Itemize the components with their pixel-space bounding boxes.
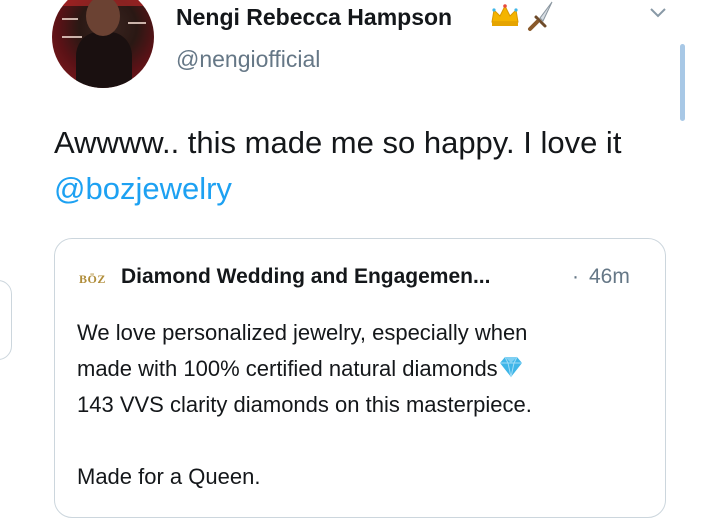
adjacent-card-edge xyxy=(0,280,12,360)
profile-avatar[interactable] xyxy=(52,0,154,88)
mention-link[interactable]: @bozjewelry xyxy=(54,171,232,206)
quoted-tweet-text: We love personalized jewelry, especially… xyxy=(77,315,657,495)
tweet-text: Awwww.. this made me so happy. I love it… xyxy=(54,120,674,212)
avatar-face xyxy=(86,0,120,36)
crown-icon xyxy=(491,4,519,26)
quote-line: Made for a Queen. xyxy=(77,464,261,489)
dagger-icon xyxy=(528,1,553,31)
quote-line: 143 VVS clarity diamonds on this masterp… xyxy=(77,392,532,417)
avatar-cover-text xyxy=(62,36,82,38)
scrollbar[interactable] xyxy=(680,44,685,121)
avatar-cover-text xyxy=(128,22,146,24)
quote-line-text: made with 100% certified natural diamond… xyxy=(77,356,498,381)
quoted-author-name[interactable]: Diamond Wedding and Engagemen... xyxy=(121,265,490,289)
name-emoji-group xyxy=(491,1,553,31)
quote-line: We love personalized jewelry, especially… xyxy=(77,320,528,345)
gem-icon xyxy=(499,356,522,378)
quoted-timestamp[interactable]: 46m xyxy=(589,265,630,289)
boz-logo: BŌZ xyxy=(79,272,106,286)
display-name[interactable]: Nengi Rebecca Hampson xyxy=(176,4,452,31)
avatar-cover-text xyxy=(62,18,78,20)
quoted-tweet[interactable]: BŌZ Diamond Wedding and Engagemen... · 4… xyxy=(54,238,666,518)
tweet-text-body: Awwww.. this made me so happy. I love it xyxy=(54,125,622,160)
avatar-figure xyxy=(76,32,132,88)
separator-dot: · xyxy=(572,265,579,288)
chevron-down-icon[interactable] xyxy=(648,6,668,20)
username[interactable]: @nengiofficial xyxy=(176,46,320,73)
quote-line: made with 100% certified natural diamond… xyxy=(77,351,657,387)
